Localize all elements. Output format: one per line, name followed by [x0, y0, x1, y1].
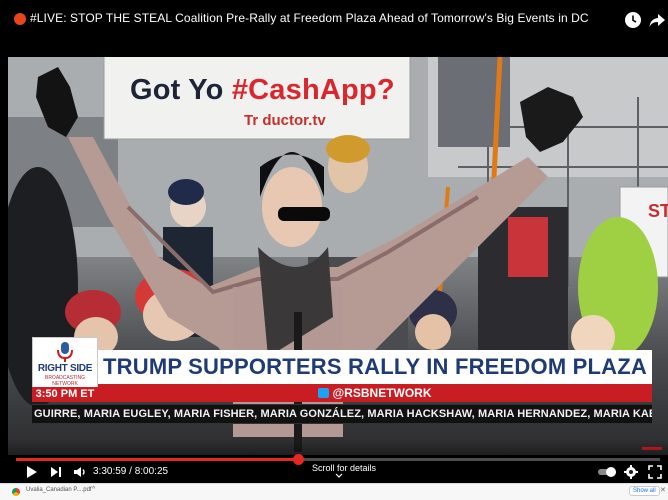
watch-later-icon[interactable]: [624, 11, 642, 29]
show-all-button[interactable]: Show all: [629, 486, 660, 496]
file-type-icon: [12, 488, 20, 496]
logo-name: RIGHT SIDE: [37, 363, 93, 374]
sign-text-prefix: Got Yo: [130, 74, 232, 106]
play-icon[interactable]: [26, 465, 38, 479]
background-sign-text: Got Yo #CashApp?: [130, 74, 395, 107]
share-icon[interactable]: [648, 11, 666, 29]
headline-text: TRUMP SUPPORTERS RALLY IN FREEDOM PLAZA: [103, 354, 647, 379]
side-sign-text: ST: [648, 201, 668, 221]
fullscreen-icon[interactable]: [648, 465, 662, 479]
next-icon[interactable]: [50, 465, 62, 479]
scroll-for-details[interactable]: Scroll for details: [312, 463, 376, 473]
news-lower-third: RIGHT SIDE BROADCASTING NETWORK 3:50 PM …: [32, 337, 652, 431]
progress-fill: [16, 458, 299, 461]
download-item[interactable]: Uvalia_Canadian P....pdf: [26, 487, 92, 493]
download-shelf: Uvalia_Canadian P....pdf ^ Show all ✕: [0, 483, 668, 500]
settings-icon[interactable]: [624, 465, 638, 479]
ticker-text: GUIRRE, MARIA EUGLEY, MARIA FISHER, MARI…: [34, 408, 652, 420]
broadcast-time: 3:50 PM ET: [32, 387, 98, 402]
names-ticker: GUIRRE, MARIA EUGLEY, MARIA FISHER, MARI…: [32, 404, 652, 424]
sign-text-hashtag: #CashApp?: [231, 74, 395, 106]
volume-icon[interactable]: [73, 465, 87, 479]
social-handle-banner: @RSBNETWORK: [98, 384, 652, 402]
sign-url-fragment: Tr ductor.tv: [244, 112, 326, 129]
video-player[interactable]: #LIVE: STOP THE STEAL Coalition Pre-Rall…: [0, 0, 668, 483]
time-display: 3:30:59 / 8:00:25: [93, 466, 169, 477]
video-title[interactable]: #LIVE: STOP THE STEAL Coalition Pre-Rall…: [30, 11, 589, 25]
network-logo: RIGHT SIDE BROADCASTING NETWORK: [32, 337, 98, 389]
scrubber-handle[interactable]: [293, 454, 305, 465]
headline-banner: TRUMP SUPPORTERS RALLY IN FREEDOM PLAZA: [98, 350, 652, 384]
logo-subtitle: BROADCASTING NETWORK: [44, 375, 85, 387]
microphone-logo-icon: [57, 342, 73, 362]
progress-bar[interactable]: [16, 454, 660, 465]
social-handle: @RSBNETWORK: [332, 386, 432, 400]
live-indicator-icon: [14, 13, 26, 25]
chevron-up-icon[interactable]: ^: [92, 486, 95, 493]
video-title-bar: #LIVE: STOP THE STEAL Coalition Pre-Rall…: [0, 0, 668, 40]
chevron-down-icon[interactable]: [335, 473, 343, 479]
twitter-icon: [318, 388, 330, 398]
close-icon[interactable]: ✕: [660, 486, 666, 494]
player-controls: 3:30:59 / 8:00:25 Scroll for details: [0, 440, 668, 483]
autoplay-toggle[interactable]: [598, 467, 618, 477]
